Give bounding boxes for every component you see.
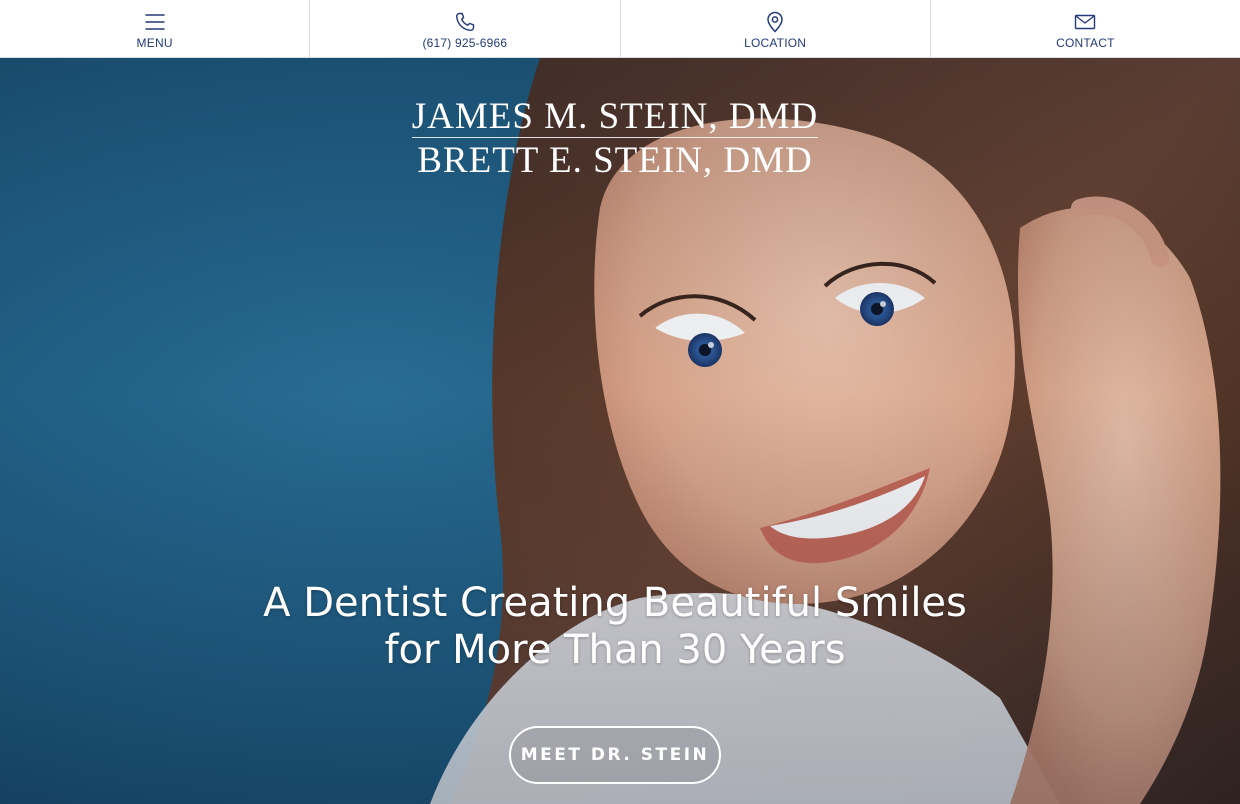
nav-location-button[interactable]: LOCATION xyxy=(621,0,931,57)
tagline-line-2: for More Than 30 Years xyxy=(384,627,846,673)
nav-location-label: LOCATION xyxy=(744,35,807,50)
nav-phone-label: (617) 925-6966 xyxy=(422,35,508,50)
logo-line-james-stein: JAMES M. STEIN, DMD xyxy=(411,96,819,138)
top-navigation-bar: MENU (617) 925-6966 LOCATION CONTACT xyxy=(0,0,1240,58)
hero-tagline: A Dentist Creating Beautiful Smiles for … xyxy=(0,580,1230,674)
nav-contact-label: CONTACT xyxy=(1056,35,1115,50)
menu-icon xyxy=(143,10,167,34)
meet-dr-stein-button[interactable]: MEET DR. STEIN xyxy=(509,726,721,784)
nav-contact-button[interactable]: CONTACT xyxy=(931,0,1240,57)
envelope-icon xyxy=(1073,10,1097,34)
hero-section: JAMES M. STEIN, DMD BRETT E. STEIN, DMD … xyxy=(0,58,1240,804)
nav-phone-button[interactable]: (617) 925-6966 xyxy=(310,0,621,57)
logo-line-brett-stein: BRETT E. STEIN, DMD xyxy=(417,140,813,181)
nav-menu-button[interactable]: MENU xyxy=(0,0,311,57)
tagline-line-1: A Dentist Creating Beautiful Smiles xyxy=(263,580,967,626)
practice-logo[interactable]: JAMES M. STEIN, DMD BRETT E. STEIN, DMD xyxy=(0,98,1230,181)
nav-menu-label: MENU xyxy=(136,35,173,50)
phone-icon xyxy=(453,10,477,34)
location-pin-icon xyxy=(763,10,787,34)
